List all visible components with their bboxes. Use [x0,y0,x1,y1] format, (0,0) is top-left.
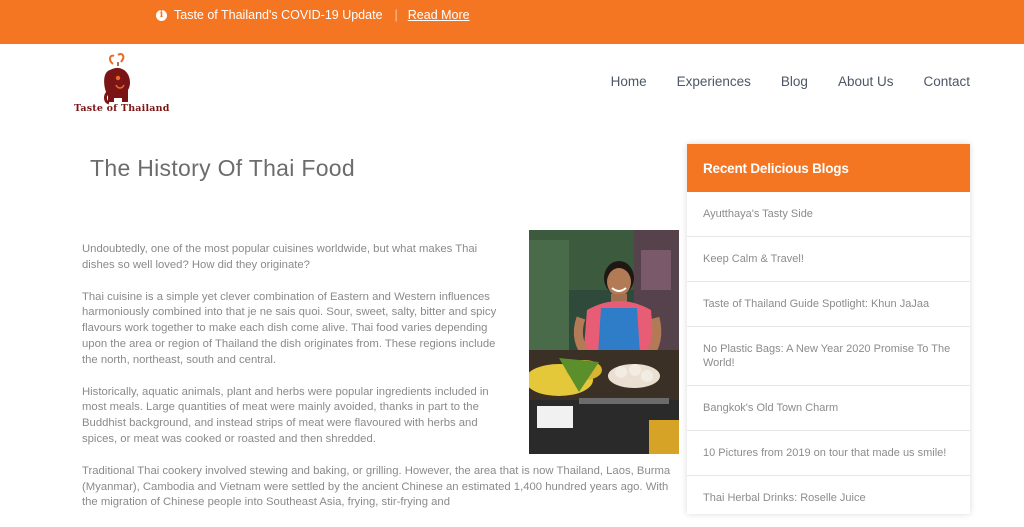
nav-contact[interactable]: Contact [923,74,970,89]
sidebar-blog-link[interactable]: Keep Calm & Travel! [687,237,970,282]
announcement-notice: i Taste of Thailand's COVID-19 Update | … [156,7,470,23]
recent-blogs-sidebar: Recent Delicious Blogs Ayutthaya's Tasty… [687,144,970,514]
announcement-separator: | [394,8,398,22]
nav-blog[interactable]: Blog [781,74,808,89]
article-body: Undoubtedly, one of the most popular cui… [82,242,670,527]
sidebar-blog-link[interactable]: 10 Pictures from 2019 on tour that made … [687,431,970,476]
nav-experiences[interactable]: Experiences [677,74,751,89]
announcement-bar: i Taste of Thailand's COVID-19 Update | … [0,0,1024,44]
vendor-photo [529,230,679,454]
read-more-link[interactable]: Read More [408,8,470,22]
article-paragraph: Historically, aquatic animals, plant and… [82,385,489,445]
sidebar-blog-link[interactable]: Taste of Thailand Guide Spotlight: Khun … [687,282,970,327]
article-paragraph: Undoubtedly, one of the most popular cui… [82,243,478,271]
sidebar-blog-link[interactable]: Thai Herbal Drinks: Roselle Juice [687,476,970,520]
article-paragraph: Traditional Thai cookery involved stewin… [82,464,671,509]
announcement-text: Taste of Thailand's COVID-19 Update [174,8,383,22]
nav-about-us[interactable]: About Us [838,74,894,89]
main-nav: Home Experiences Blog About Us Contact [581,74,970,89]
nav-home[interactable]: Home [611,74,647,89]
page-title: The History Of Thai Food [90,155,355,181]
logo-text: Taste of Thailand [74,103,170,114]
sidebar-title: Recent Delicious Blogs [687,144,970,192]
sidebar-blog-link[interactable]: Ayutthaya's Tasty Side [687,192,970,237]
article-paragraph: Thai cuisine is a simple yet clever comb… [82,290,497,366]
info-icon: i [156,9,167,21]
sidebar-blog-link[interactable]: Bangkok's Old Town Charm [687,386,970,431]
sidebar-blog-link[interactable]: No Plastic Bags: A New Year 2020 Promise… [687,327,970,386]
